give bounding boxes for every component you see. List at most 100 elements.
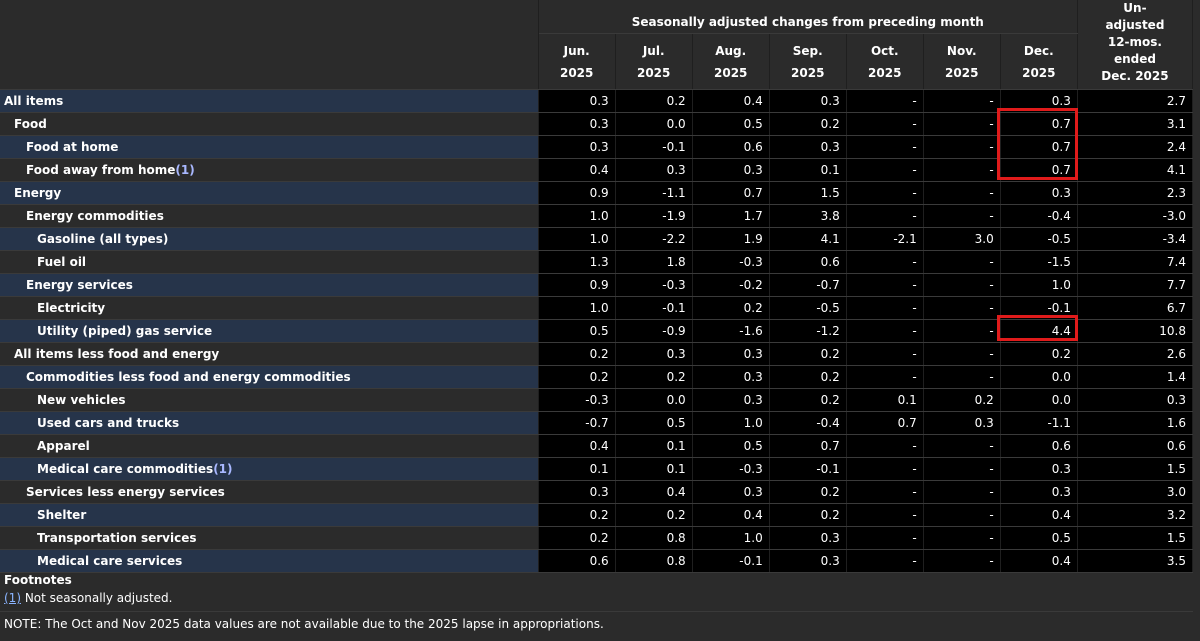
table-row: Food at home 0.3 -0.1 0.6 0.3- -0.7 2.4 [0, 135, 1194, 159]
row-label: Food at home [0, 135, 539, 159]
footnote-ref-link[interactable]: (1) [175, 163, 194, 177]
month-name: Dec. [1023, 43, 1054, 58]
unadjusted-value-cell: -3.4 [1077, 227, 1194, 251]
value-cell: 4.1 [769, 227, 847, 251]
row-label: Services less energy services [0, 480, 539, 504]
row-label: Energy services [0, 273, 539, 297]
value-cell: 0.2 [769, 503, 847, 527]
value-cell: 0.3 [1000, 89, 1078, 113]
value-cell: - [923, 549, 1001, 573]
value-cell: - [846, 503, 924, 527]
month-header-6: Dec. 2025 [1000, 33, 1078, 90]
value-cell: -1.2 [769, 319, 847, 343]
table-row: Fuel oil 1.3 1.8 -0.3 0.6- - -1.5 7.4 [0, 250, 1194, 274]
footnote-1-link[interactable]: (1) [4, 591, 21, 605]
value-cell: -1.1 [1000, 411, 1078, 435]
value-cell: 0.2 [769, 480, 847, 504]
cpi-table-body: All items 0.3 0.2 0.4 0.3- -0.3 2.7 Food 0.3 0.0 0… [0, 89, 1194, 573]
header-row-top: Seasonally adjusted changes from precedi… [0, 0, 1194, 90]
row-label-text: Fuel oil [37, 255, 87, 269]
footnote-1: (1) Not seasonally adjusted. [4, 591, 172, 605]
value-cell: 1.7 [692, 204, 770, 228]
table-row: Services less energy services 0.3 0.4 0.3 0.… [0, 480, 1194, 504]
row-label: Electricity [0, 296, 539, 320]
row-label: Food [0, 112, 539, 136]
month-name: Sep. [792, 43, 823, 58]
month-header-5: Nov. 2025 [923, 33, 1001, 90]
value-cell: -0.3 [538, 388, 616, 412]
row-label-text: Gasoline (all types) [37, 232, 169, 246]
month-year: 2025 [714, 65, 748, 80]
value-cell: 0.3 [538, 135, 616, 159]
table-row: All items less food and energy 0.2 0.3 0.3 0… [0, 342, 1194, 366]
value-cell: 0.5 [692, 434, 770, 458]
value-cell: - [846, 89, 924, 113]
month-year: 2025 [559, 65, 594, 80]
value-cell: 0.3 [692, 342, 770, 366]
value-cell: - [923, 135, 1001, 159]
value-cell: 0.3 [692, 365, 770, 389]
value-cell: -0.5 [1000, 227, 1078, 251]
value-cell: 0.2 [769, 365, 847, 389]
value-cell: - [846, 296, 924, 320]
value-cell: 1.8 [615, 250, 693, 274]
row-label-text: Food [14, 117, 47, 131]
value-cell: -1.9 [615, 204, 693, 228]
unadjusted-value-cell: 3.5 [1077, 549, 1194, 573]
value-cell: - [846, 181, 924, 205]
unadjusted-value-cell: 3.1 [1077, 112, 1194, 136]
value-cell: -1.5 [1000, 250, 1078, 274]
value-cell: - [846, 158, 924, 182]
month-year: 2025 [868, 65, 902, 80]
unadjusted-value-cell: 2.4 [1077, 135, 1194, 159]
value-cell: 1.0 [692, 411, 770, 435]
table-row: Medical care services 0.6 0.8 -0.1 0.3- -0.4 3… [0, 549, 1194, 573]
value-cell: - [846, 365, 924, 389]
month-name: Nov. [946, 43, 977, 58]
row-label: Medical care commodities(1) [0, 457, 539, 481]
value-cell: 0.3 [615, 158, 693, 182]
value-cell: 0.3 [1000, 181, 1078, 205]
value-cell: 0.4 [538, 434, 616, 458]
row-label: Apparel [0, 434, 539, 458]
table-row: Apparel 0.4 0.1 0.5 0.7- -0.6 0.6 [0, 434, 1194, 458]
value-cell: 0.5 [538, 319, 616, 343]
value-cell: -0.3 [692, 250, 770, 274]
value-cell: - [923, 480, 1001, 504]
value-cell: 0.4 [1000, 503, 1078, 527]
value-cell: 0.1 [769, 158, 847, 182]
value-cell: - [846, 457, 924, 481]
footnote-1-text: Not seasonally adjusted. [21, 591, 173, 605]
value-cell: -0.4 [1000, 204, 1078, 228]
value-cell: - [923, 526, 1001, 550]
cpi-table-page: Seasonally adjusted changes from precedi… [0, 0, 1200, 641]
unadjusted-value-cell: -3.0 [1077, 204, 1194, 228]
row-label-text: Medical care services [37, 554, 183, 568]
value-cell: - [846, 112, 924, 136]
value-cell: - [846, 549, 924, 573]
footnote-ref-link[interactable]: (1) [213, 462, 232, 476]
value-cell: 0.5 [615, 411, 693, 435]
row-label: Utility (piped) gas service [0, 319, 539, 343]
value-cell: 0.1 [615, 434, 693, 458]
unadjusted-value-cell: 4.1 [1077, 158, 1194, 182]
value-cell: - [846, 342, 924, 366]
value-cell: 0.3 [769, 89, 847, 113]
value-cell: - [923, 434, 1001, 458]
month-header-3: Sep. 2025 [769, 33, 847, 90]
value-cell: 0.5 [1000, 526, 1078, 550]
value-cell: -0.7 [538, 411, 616, 435]
unadjusted-value-cell: 3.2 [1077, 503, 1194, 527]
value-cell: - [846, 526, 924, 550]
value-cell: 0.2 [538, 526, 616, 550]
unadjusted-12mo-header: Un- adjusted 12-mos. ended Dec. 2025 [1077, 0, 1194, 90]
row-label-text: Electricity [37, 301, 106, 315]
value-cell: 0.3 [692, 480, 770, 504]
row-label: Used cars and trucks [0, 411, 539, 435]
value-cell: 0.2 [538, 365, 616, 389]
month-header-1: Jul. 2025 [615, 33, 693, 90]
value-cell: 0.2 [538, 503, 616, 527]
value-cell: 0.3 [615, 342, 693, 366]
unadjusted-header-line: 12-mos. [1107, 35, 1162, 49]
row-label-text: Apparel [37, 439, 90, 453]
